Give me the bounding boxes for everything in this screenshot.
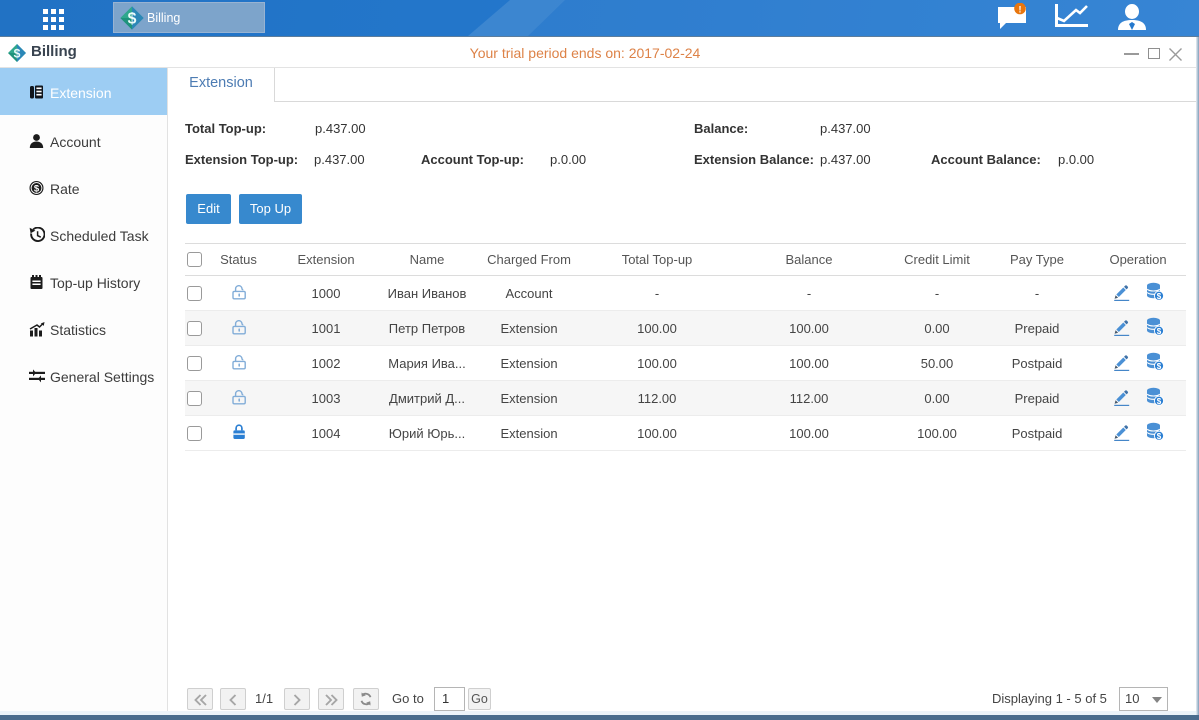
svg-text:$: $ [34, 183, 40, 194]
svg-text:!: ! [1019, 5, 1022, 15]
